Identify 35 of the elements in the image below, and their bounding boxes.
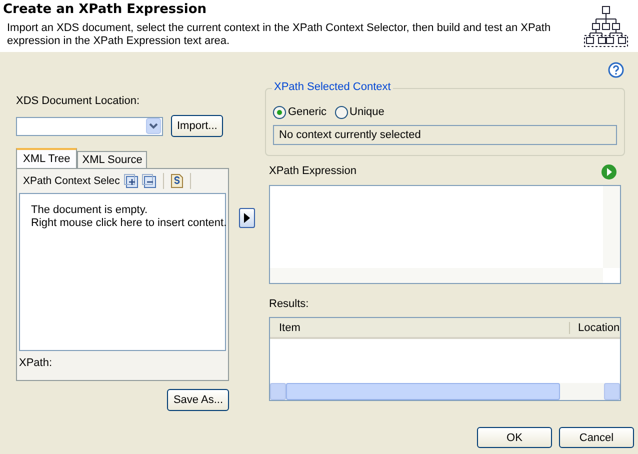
xpath-label: XPath: (19, 357, 54, 369)
dialog-button[interactable]: OK (477, 427, 552, 448)
group-title: XPath Selected Context (272, 81, 393, 93)
dialog-title: Create an XPath Expression (3, 2, 208, 17)
expression-text-area[interactable] (269, 185, 621, 284)
horizontal-scrollbar[interactable] (270, 383, 620, 400)
transfer-button[interactable] (239, 208, 255, 228)
expression-label: XPath Expression (269, 165, 356, 179)
toolbar-label: XPath Context Selec (22, 175, 120, 187)
column-header[interactable]: Location (570, 322, 620, 334)
document-location-dropdown[interactable] (16, 116, 163, 136)
hierarchy-icon (584, 5, 628, 49)
save-as-button[interactable]: Save As... (167, 389, 229, 411)
import-button[interactable]: Import... (171, 115, 224, 137)
context-field: No context currently selected (273, 125, 617, 145)
run-icon[interactable] (601, 164, 617, 180)
dialog-button[interactable]: Cancel (559, 427, 634, 448)
xml-tree-area[interactable]: The document is empty. Right mouse click here to insert content. (19, 193, 226, 351)
arrow-icon (244, 213, 250, 223)
empty-message: Right mouse click here to insert content. (31, 217, 225, 230)
vertical-scrollbar[interactable] (603, 186, 620, 268)
schema-icon[interactable] (170, 174, 183, 188)
radio-option[interactable]: Generic (273, 103, 327, 121)
help-icon[interactable] (608, 62, 624, 78)
horizontal-scrollbar[interactable] (270, 268, 603, 283)
results-label: Results: (269, 298, 310, 312)
empty-message: The document is empty. (31, 204, 149, 217)
tab[interactable]: XML Source (77, 151, 148, 168)
dialog-description: Import an XDS document, select the current context in the XPath Context Selector, then build and test an XPath expression in the XPath Expression text area. (6, 21, 552, 48)
collapse-icon[interactable] (142, 174, 156, 188)
expand-icon[interactable] (124, 174, 138, 188)
tab[interactable]: XML Tree (16, 148, 78, 168)
radio-option[interactable]: Unique (334, 103, 384, 121)
field-label: XDS Document Location: (16, 95, 141, 109)
column-header[interactable]: Item (270, 322, 570, 334)
